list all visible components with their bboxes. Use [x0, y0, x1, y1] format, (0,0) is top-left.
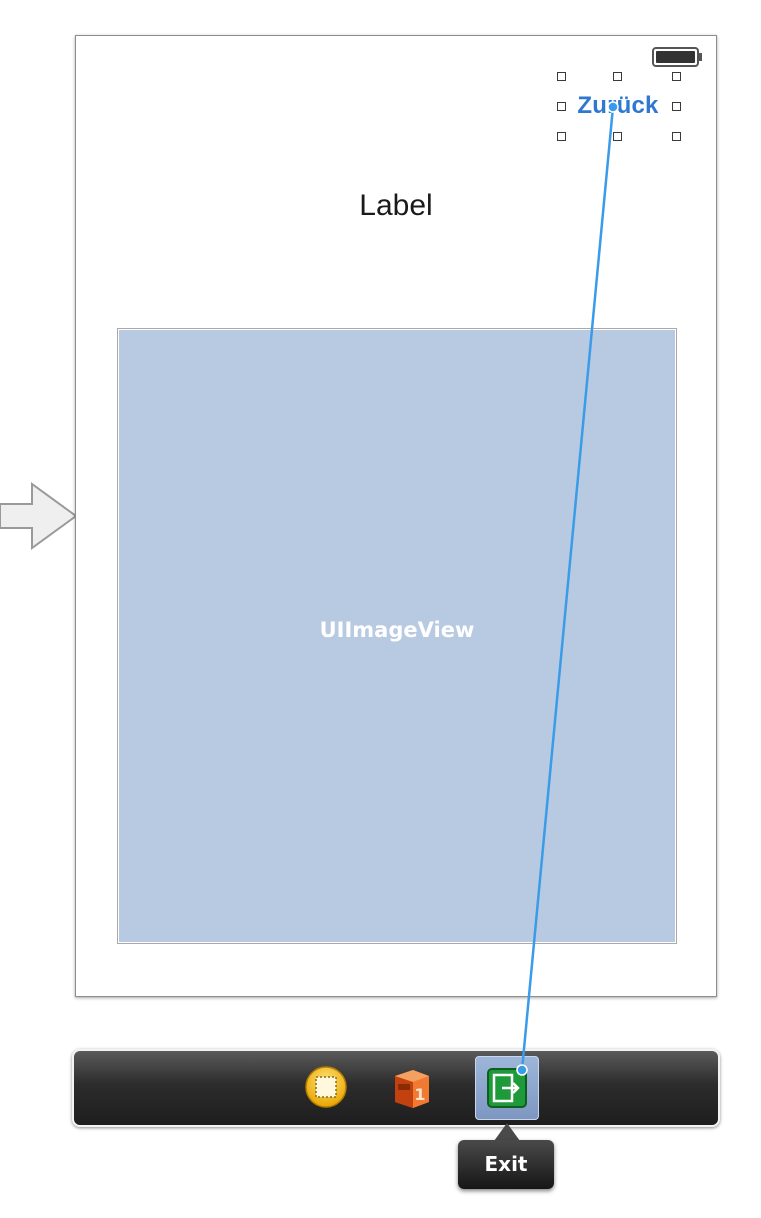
selection-handle[interactable] [557, 102, 566, 111]
selection-handle[interactable] [613, 132, 622, 141]
image-view[interactable]: UIImageView [117, 328, 677, 944]
entry-point-arrow-icon[interactable] [0, 480, 80, 552]
tooltip-arrow [494, 1123, 520, 1141]
exit-icon[interactable] [476, 1057, 538, 1119]
selection-handle[interactable] [557, 132, 566, 141]
label[interactable]: Label [296, 186, 496, 226]
view-controller-scene[interactable]: Zurück Label UIImageView [75, 35, 717, 997]
exit-tooltip: Exit [458, 1140, 554, 1189]
view-controller-icon[interactable]: 1 [389, 1064, 435, 1110]
selection-handle[interactable] [672, 102, 681, 111]
exit-selection[interactable] [475, 1056, 539, 1120]
selection-handle[interactable] [613, 72, 622, 81]
selection-handle[interactable] [672, 132, 681, 141]
selection-handle[interactable] [557, 72, 566, 81]
scene-dock: 1 [72, 1049, 720, 1127]
back-button[interactable]: Zurück [568, 91, 668, 121]
svg-text:1: 1 [414, 1085, 425, 1104]
image-view-label: UIImageView [319, 618, 475, 642]
first-responder-icon[interactable] [304, 1065, 348, 1109]
selection-handle[interactable] [672, 72, 681, 81]
storyboard-canvas: Zurück Label UIImageView 1 Exit [0, 0, 761, 1218]
battery-icon [652, 47, 702, 67]
